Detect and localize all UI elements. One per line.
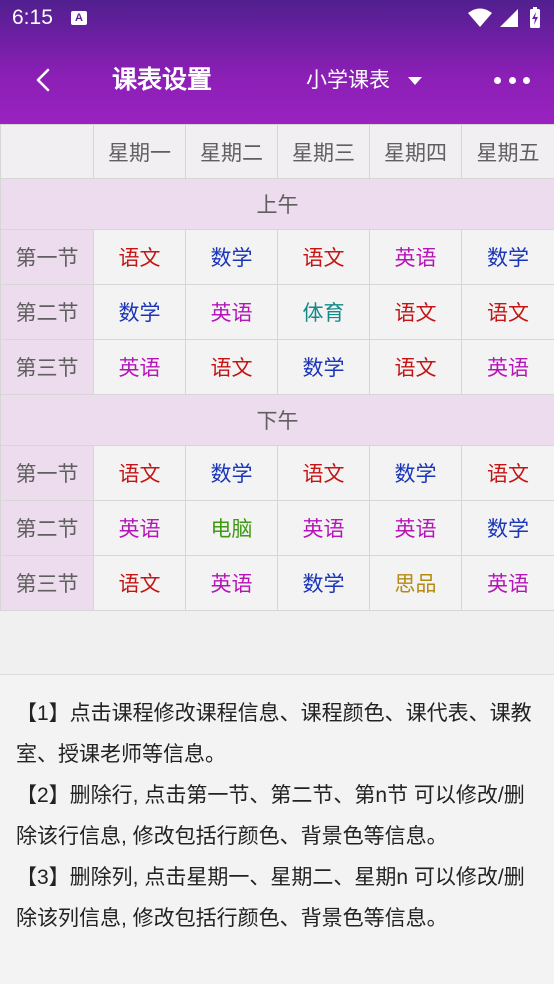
section-label: 上午 xyxy=(0,178,554,230)
instruction-2: 【2】删除行, 点击第一节、第二节、第n节 可以修改/删除该行信息, 修改包括行… xyxy=(16,784,525,848)
course-cell[interactable]: 数学 xyxy=(185,445,278,501)
battery-icon xyxy=(530,7,540,28)
course-cell[interactable]: 英语 xyxy=(185,555,278,611)
course-cell[interactable]: 数学 xyxy=(369,445,462,501)
section-row: 下午 xyxy=(0,394,554,446)
instructions-panel: 【1】点击课程修改课程信息、课程颜色、课代表、课教室、授课老师等信息。 【2】删… xyxy=(0,674,554,984)
course-cell[interactable]: 数学 xyxy=(93,284,186,340)
course-cell[interactable]: 英语 xyxy=(369,229,462,285)
dropdown-label: 小学课表 xyxy=(306,68,390,92)
page-title: 课表设置 xyxy=(112,65,213,94)
instruction-1: 【1】点击课程修改课程信息、课程颜色、课代表、课教室、授课老师等信息。 xyxy=(16,702,532,766)
period-row: 第三节 英语 语文 数学 语文 英语 xyxy=(0,339,554,395)
day-header[interactable]: 星期三 xyxy=(277,124,370,179)
course-cell[interactable]: 体育 xyxy=(277,284,370,340)
day-header[interactable]: 星期二 xyxy=(185,124,278,179)
period-label[interactable]: 第一节 xyxy=(0,445,94,501)
course-cell[interactable]: 语文 xyxy=(277,445,370,501)
course-cell[interactable]: 英语 xyxy=(93,339,186,395)
notification-icon: A xyxy=(71,11,87,25)
course-cell[interactable]: 语文 xyxy=(277,229,370,285)
instruction-3: 【3】删除列, 点击星期一、星期二、星期n 可以修改/删除该列信息, 修改包括行… xyxy=(16,866,525,930)
course-cell[interactable]: 语文 xyxy=(461,284,554,340)
schedule-dropdown[interactable]: 小学课表 xyxy=(306,60,422,100)
course-cell[interactable]: 语文 xyxy=(93,445,186,501)
period-label[interactable]: 第三节 xyxy=(0,555,94,611)
course-cell[interactable]: 语文 xyxy=(93,229,186,285)
back-icon[interactable] xyxy=(26,62,60,98)
period-row: 第一节 语文 数学 语文 英语 数学 xyxy=(0,229,554,285)
period-row: 第一节 语文 数学 语文 数学 语文 xyxy=(0,445,554,501)
period-label[interactable]: 第二节 xyxy=(0,500,94,556)
course-cell[interactable]: 电脑 xyxy=(185,500,278,556)
app-header: 6:15 A 课表设置 小学课表 xyxy=(0,0,554,124)
day-header[interactable]: 星期一 xyxy=(93,124,186,179)
course-cell[interactable]: 数学 xyxy=(461,500,554,556)
signal-icon xyxy=(500,9,518,27)
wifi-icon xyxy=(468,8,492,27)
period-label[interactable]: 第二节 xyxy=(0,284,94,340)
more-dot-icon xyxy=(494,76,501,84)
course-cell[interactable]: 语文 xyxy=(461,445,554,501)
timetable: 星期一 星期二 星期三 星期四 星期五 上午 第一节 语文 数学 语文 英语 数学 第二节 数学 英语 体育语… xyxy=(0,124,554,611)
course-cell[interactable]: 语文 xyxy=(369,339,462,395)
day-header[interactable]: 星期四 xyxy=(369,124,462,179)
section-label: 下午 xyxy=(0,394,554,446)
status-bar: 6:15 A xyxy=(0,0,554,36)
course-cell[interactable]: 英语 xyxy=(461,555,554,611)
more-dot-icon xyxy=(523,76,530,84)
more-options-button[interactable] xyxy=(494,74,530,86)
course-cell[interactable]: 语文 xyxy=(93,555,186,611)
status-time: 6:15 xyxy=(12,6,53,29)
course-cell[interactable]: 思品 xyxy=(369,555,462,611)
status-icons xyxy=(468,7,540,28)
course-cell[interactable]: 语文 xyxy=(369,284,462,340)
corner-cell xyxy=(0,124,94,179)
period-label[interactable]: 第一节 xyxy=(0,229,94,285)
course-cell[interactable]: 数学 xyxy=(185,229,278,285)
course-cell[interactable]: 数学 xyxy=(277,339,370,395)
course-cell[interactable]: 英语 xyxy=(277,500,370,556)
more-dot-icon xyxy=(508,76,516,84)
course-cell[interactable]: 数学 xyxy=(277,555,370,611)
period-row: 第二节 英语 电脑 英语 英语 数学 xyxy=(0,500,554,556)
period-row: 第三节 语文 英语 数学 思品 英语 xyxy=(0,555,554,611)
toolbar: 课表设置 小学课表 xyxy=(0,36,554,124)
header-row: 星期一 星期二 星期三 星期四 星期五 xyxy=(0,124,554,179)
course-cell[interactable]: 英语 xyxy=(461,339,554,395)
caret-down-icon xyxy=(408,77,422,85)
course-cell[interactable]: 英语 xyxy=(93,500,186,556)
period-label[interactable]: 第三节 xyxy=(0,339,94,395)
course-cell[interactable]: 语文 xyxy=(185,339,278,395)
course-cell[interactable]: 英语 xyxy=(185,284,278,340)
day-header[interactable]: 星期五 xyxy=(461,124,554,179)
period-row: 第二节 数学 英语 体育 语文 语文 xyxy=(0,284,554,340)
course-cell[interactable]: 英语 xyxy=(369,500,462,556)
course-cell[interactable]: 数学 xyxy=(461,229,554,285)
section-row: 上午 xyxy=(0,178,554,230)
